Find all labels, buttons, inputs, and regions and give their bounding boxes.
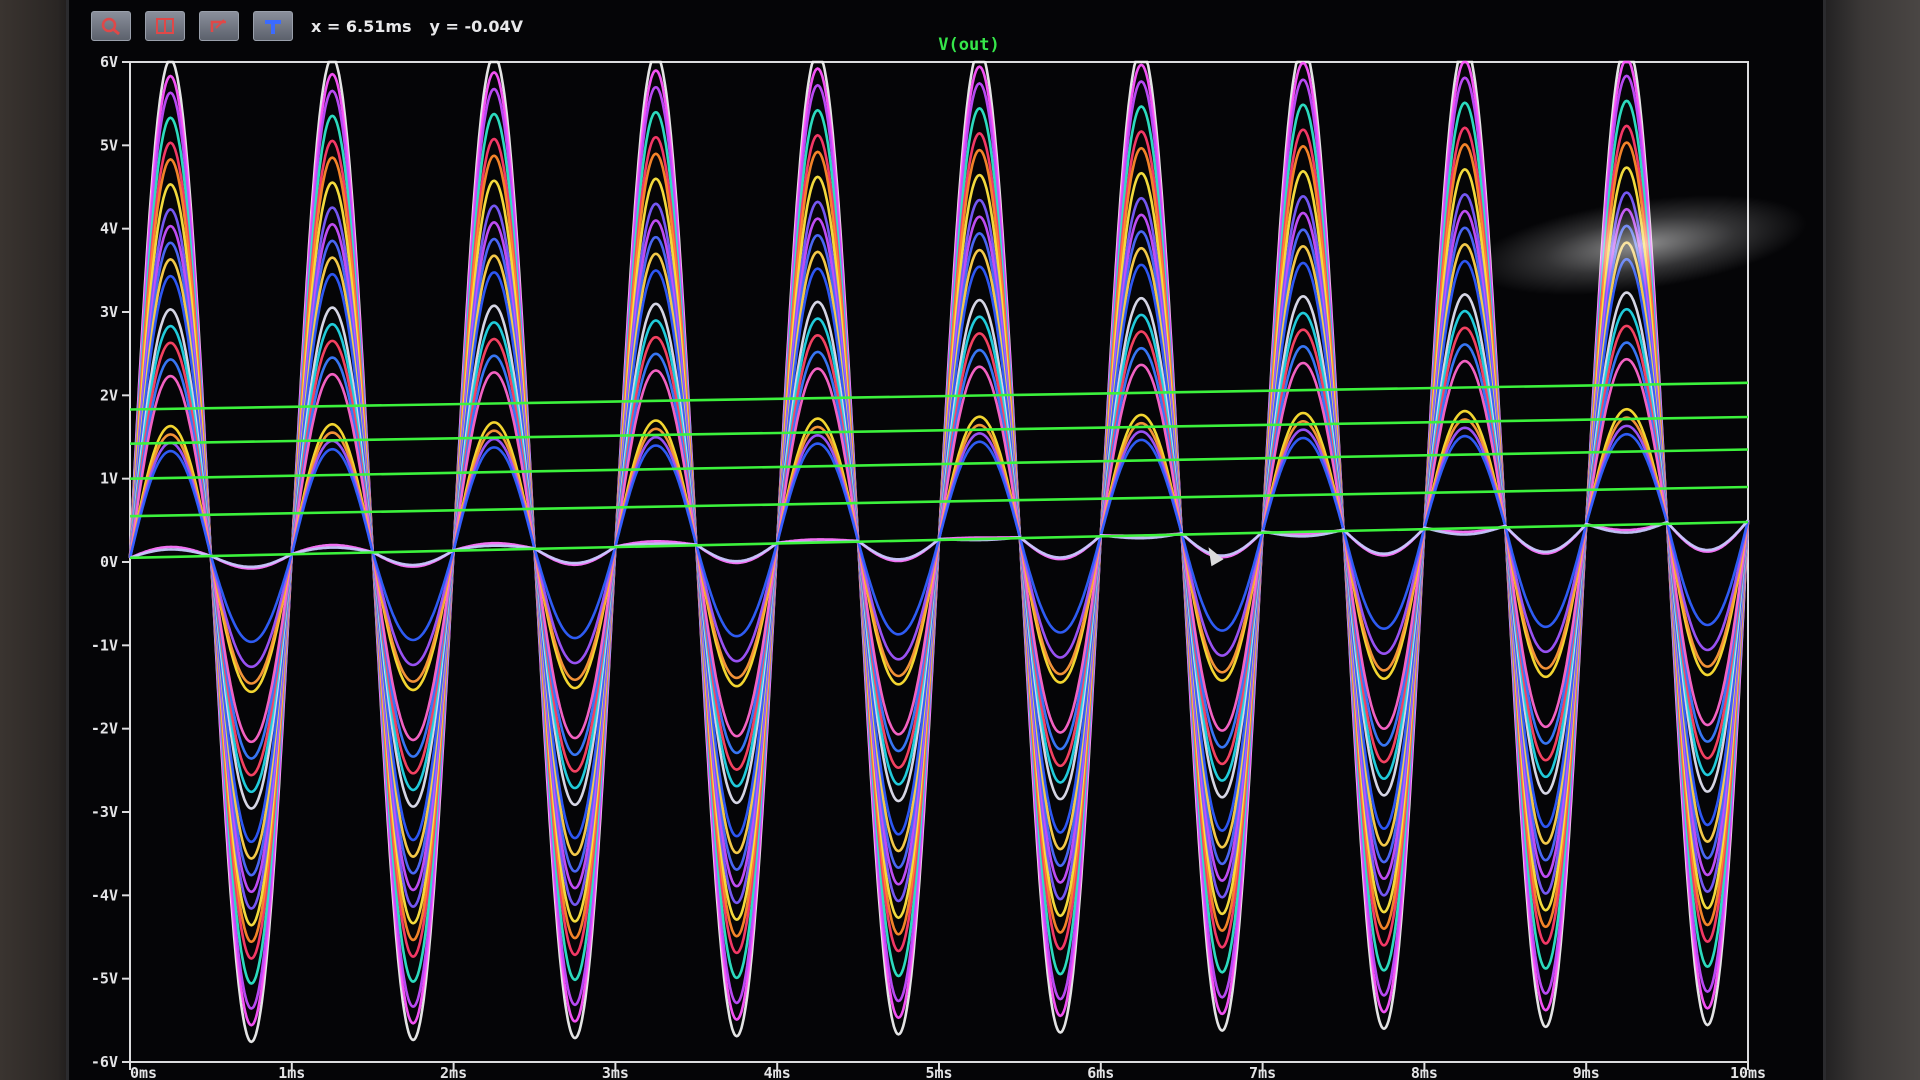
y-tick-label: 6V bbox=[100, 53, 118, 71]
dc-series-line bbox=[129, 448, 1749, 480]
x-tick-label: 10ms bbox=[1730, 1064, 1766, 1080]
x-tick-label: 3ms bbox=[602, 1064, 629, 1080]
x-tick-label: 6ms bbox=[1087, 1064, 1114, 1080]
chart-title: V(out) bbox=[938, 35, 999, 55]
y-tick-label: 1V bbox=[100, 470, 118, 488]
y-tick-label: -4V bbox=[91, 886, 118, 904]
waveform-plot[interactable]: -6V -5V -4V -3V -2V -1V 0V 1V 2V 3V 4V 5V 6V 0ms 1ms 2m… bbox=[0, 0, 1920, 1080]
y-tick-label: 4V bbox=[100, 220, 118, 238]
x-tick-label: 0ms bbox=[130, 1064, 157, 1080]
x-tick-label: 8ms bbox=[1411, 1064, 1438, 1080]
x-tick-label: 4ms bbox=[764, 1064, 791, 1080]
x-tick-label: 7ms bbox=[1249, 1064, 1276, 1080]
y-tick-label: 2V bbox=[100, 386, 118, 404]
x-tick-label: 1ms bbox=[278, 1064, 305, 1080]
x-tick-label: 5ms bbox=[925, 1064, 952, 1080]
y-tick-label: -3V bbox=[91, 803, 118, 821]
y-tick-label: -2V bbox=[91, 720, 118, 738]
x-tick-label: 2ms bbox=[440, 1064, 467, 1080]
y-tick-label: 3V bbox=[100, 303, 118, 321]
x-tick-label: 9ms bbox=[1573, 1064, 1600, 1080]
y-tick-label: -1V bbox=[91, 636, 118, 654]
dc-series-line bbox=[129, 415, 1749, 445]
dc-series-line bbox=[129, 381, 1749, 411]
y-tick-label: 0V bbox=[100, 553, 118, 571]
y-tick-label: -5V bbox=[91, 970, 118, 988]
y-tick-label: -6V bbox=[91, 1053, 118, 1071]
y-tick-label: 5V bbox=[100, 136, 118, 154]
